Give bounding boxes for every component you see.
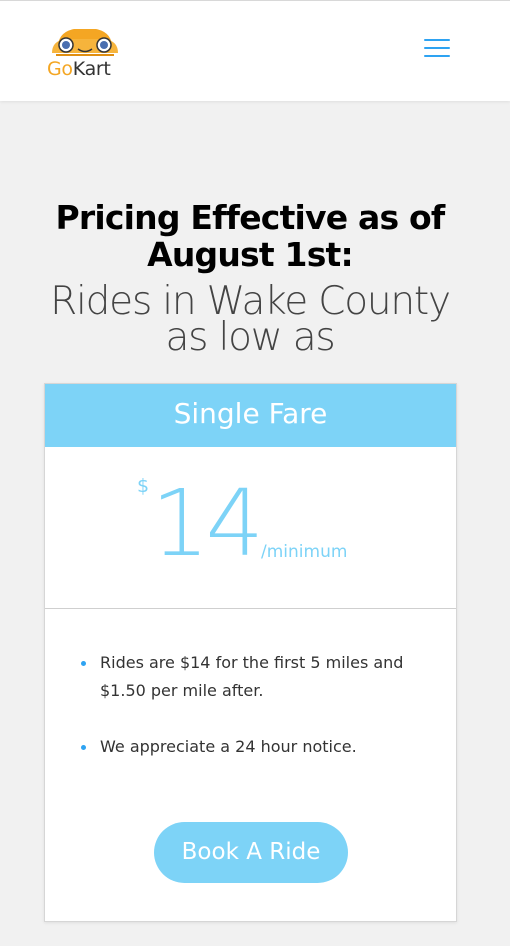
bullet-icon [81, 745, 86, 750]
gokart-logo[interactable]: GoKart [46, 21, 126, 83]
feature-item: Rides are $14 for the first 5 miles and … [81, 649, 416, 705]
page-subheading: Rides in Wake County as low as [50, 279, 451, 360]
logo-text-go: Go [47, 58, 73, 80]
currency-symbol: $ [137, 475, 150, 497]
bullet-icon [81, 661, 86, 666]
hamburger-menu-icon[interactable] [424, 39, 450, 59]
price-period: /minimum [261, 542, 348, 562]
feature-item: We appreciate a 24 hour notice. [81, 733, 416, 761]
logo-text-kart: Kart [72, 58, 111, 80]
logo-wordmark: GoKart [47, 57, 111, 81]
pricing-card-title: Single Fare [45, 384, 456, 447]
car-icon [52, 29, 118, 56]
feature-text: We appreciate a 24 hour notice. [100, 737, 357, 756]
page-heading: Pricing Effective as of August 1st: [55, 198, 446, 274]
site-header: GoKart [0, 0, 510, 101]
price-display: $ 14 /minimum [45, 447, 456, 609]
feature-list: Rides are $14 for the first 5 miles and … [45, 609, 456, 761]
feature-text: Rides are $14 for the first 5 miles and … [100, 653, 404, 700]
book-ride-button[interactable]: Book A Ride [154, 822, 348, 883]
price-amount: 14 [151, 470, 264, 577]
pricing-card: Single Fare $ 14 /minimum Rides are $14 … [44, 383, 457, 922]
